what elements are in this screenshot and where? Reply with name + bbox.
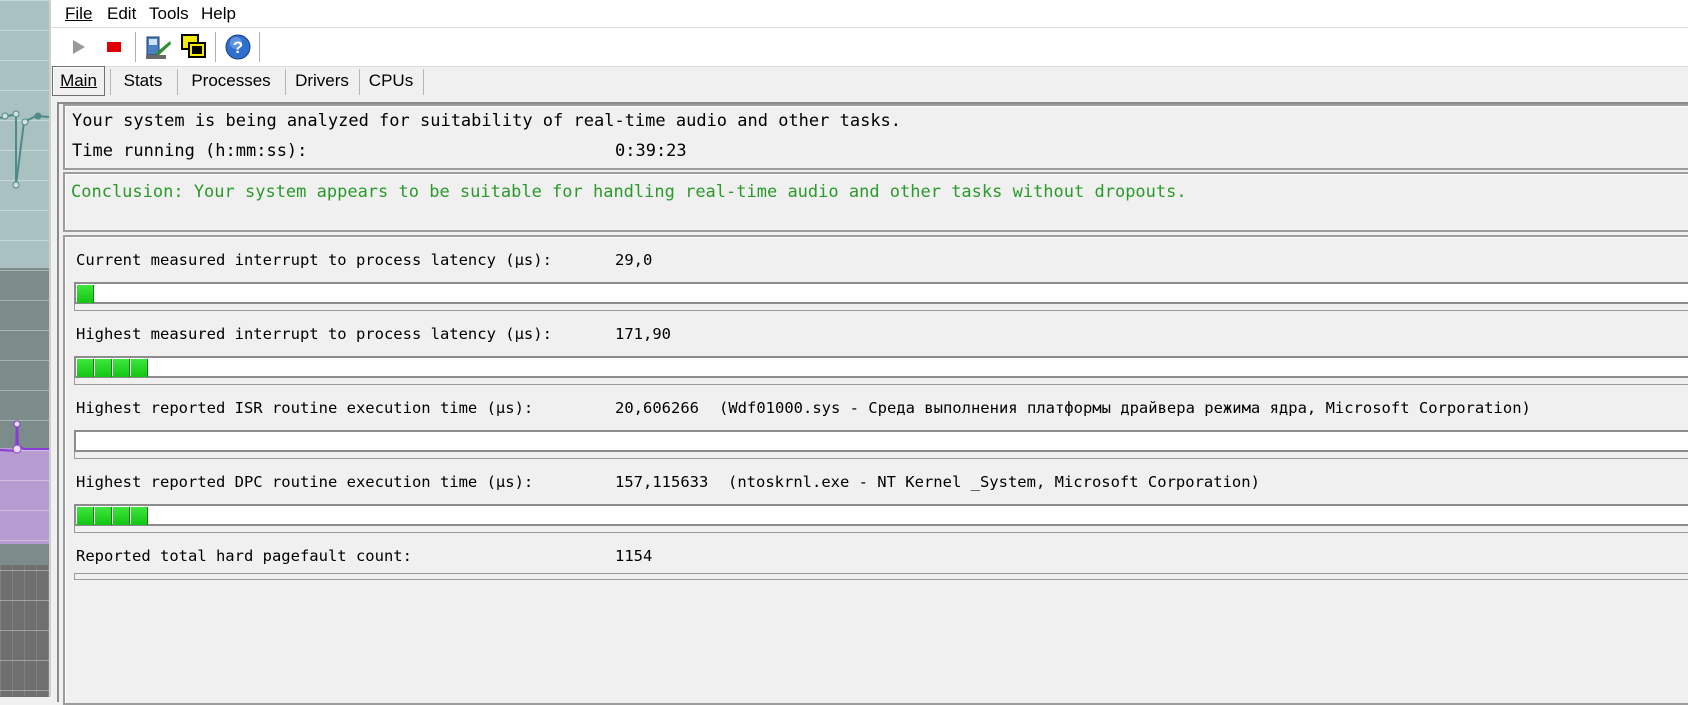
- driver-properties-button[interactable]: [143, 32, 173, 62]
- menu-help-label: Help: [201, 4, 236, 23]
- tab-separator: [423, 69, 424, 95]
- toolbar-separator: [135, 32, 136, 62]
- dpc-time-label: Highest reported DPC routine execution t…: [76, 473, 534, 491]
- isr-time-bar: [74, 430, 1688, 452]
- metrics-panel: Current measured interrupt to process la…: [63, 235, 1688, 705]
- current-latency-bar: [74, 282, 1688, 304]
- highest-latency-bar: [74, 356, 1688, 378]
- toolbar-separator: [215, 32, 216, 62]
- menu-tools[interactable]: Tools: [149, 4, 189, 24]
- dpc-time-detail: (ntoskrnl.exe - NT Kernel _System, Micro…: [728, 473, 1260, 491]
- menu-help[interactable]: Help: [201, 4, 236, 24]
- tab-separator: [110, 69, 111, 95]
- status-panel: Your system is being analyzed for suitab…: [63, 104, 1688, 170]
- tab-cpus[interactable]: CPUs: [363, 66, 419, 96]
- stop-icon: [107, 42, 121, 52]
- bar-segment: [95, 507, 112, 525]
- bar-segment: [131, 507, 148, 525]
- menu-edit-label: Edit: [107, 4, 137, 23]
- dpc-time-value: 157,115633: [615, 473, 709, 491]
- toolbar-separator: [259, 32, 260, 62]
- menu-edit[interactable]: Edit: [107, 4, 136, 24]
- svg-text:?: ?: [233, 38, 243, 57]
- tab-stats-label: Stats: [123, 71, 163, 90]
- pagefault-divider: [74, 573, 1688, 580]
- tab-separator: [359, 69, 360, 95]
- bar-underline: [74, 378, 1688, 385]
- isr-time-detail: (Wdf01000.sys - Среда выполнения платфор…: [719, 399, 1531, 417]
- windows-button[interactable]: [179, 32, 209, 62]
- background-window-strip: [0, 0, 49, 697]
- bar-segment: [95, 359, 112, 377]
- pagefault-label: Reported total hard pagefault count:: [76, 547, 412, 565]
- windows-icon: [181, 34, 206, 58]
- latencymon-window: File Edit Tools Help ? Main Stats Proces…: [49, 0, 1688, 705]
- bar-segment: [113, 359, 130, 377]
- tab-separator: [285, 69, 286, 95]
- conclusion-text: Conclusion: Your system appears to be su…: [71, 182, 1187, 202]
- bar-segment: [77, 285, 94, 303]
- tab-cpus-label: CPUs: [368, 71, 414, 90]
- tab-main[interactable]: Main: [52, 66, 105, 96]
- current-latency-label: Current measured interrupt to process la…: [76, 251, 552, 269]
- bar-segment: [113, 507, 130, 525]
- dpc-time-bar: [74, 504, 1688, 526]
- bar-underline: [74, 304, 1688, 311]
- tab-bar: Main Stats Processes Drivers CPUs: [51, 66, 1688, 99]
- highest-latency-label: Highest measured interrupt to process la…: [76, 325, 552, 343]
- start-button[interactable]: [63, 32, 93, 62]
- stop-button[interactable]: [99, 32, 129, 62]
- highest-latency-value: 171,90: [615, 325, 671, 343]
- time-running-label: Time running (h:mm:ss):: [72, 141, 308, 161]
- help-button[interactable]: ?: [223, 32, 253, 62]
- tab-drivers-label: Drivers: [295, 71, 349, 90]
- menu-tools-label: Tools: [149, 4, 189, 23]
- tab-stats[interactable]: Stats: [113, 66, 173, 96]
- menu-bar: File Edit Tools Help: [51, 0, 1688, 28]
- tab-processes[interactable]: Processes: [181, 66, 281, 96]
- conclusion-panel: Conclusion: Your system appears to be su…: [63, 172, 1688, 232]
- bar-segment: [77, 359, 94, 377]
- tab-drivers[interactable]: Drivers: [289, 66, 355, 96]
- help-icon: ?: [225, 34, 251, 60]
- bar-segment: [131, 359, 148, 377]
- toolbar: ?: [51, 28, 1688, 67]
- tab-separator: [177, 69, 178, 95]
- tab-processes-label: Processes: [191, 71, 271, 90]
- menu-file-label: File: [65, 4, 93, 23]
- time-running-value: 0:39:23: [615, 141, 687, 161]
- bar-underline: [74, 526, 1688, 533]
- bar-underline: [74, 452, 1688, 459]
- bar-segment: [77, 507, 94, 525]
- main-panel: Your system is being analyzed for suitab…: [57, 102, 1688, 705]
- pagefault-value: 1154: [615, 547, 653, 565]
- menu-file[interactable]: File: [65, 4, 92, 24]
- current-latency-value: 29,0: [615, 251, 653, 269]
- tab-main-label: Main: [60, 71, 97, 90]
- isr-time-label: Highest reported ISR routine execution t…: [76, 399, 534, 417]
- background-graph-lines: [0, 110, 49, 454]
- analysis-status-text: Your system is being analyzed for suitab…: [72, 111, 902, 131]
- driver-properties-icon: [146, 36, 171, 59]
- isr-time-value: 20,606266: [615, 399, 699, 417]
- play-icon: [73, 40, 85, 54]
